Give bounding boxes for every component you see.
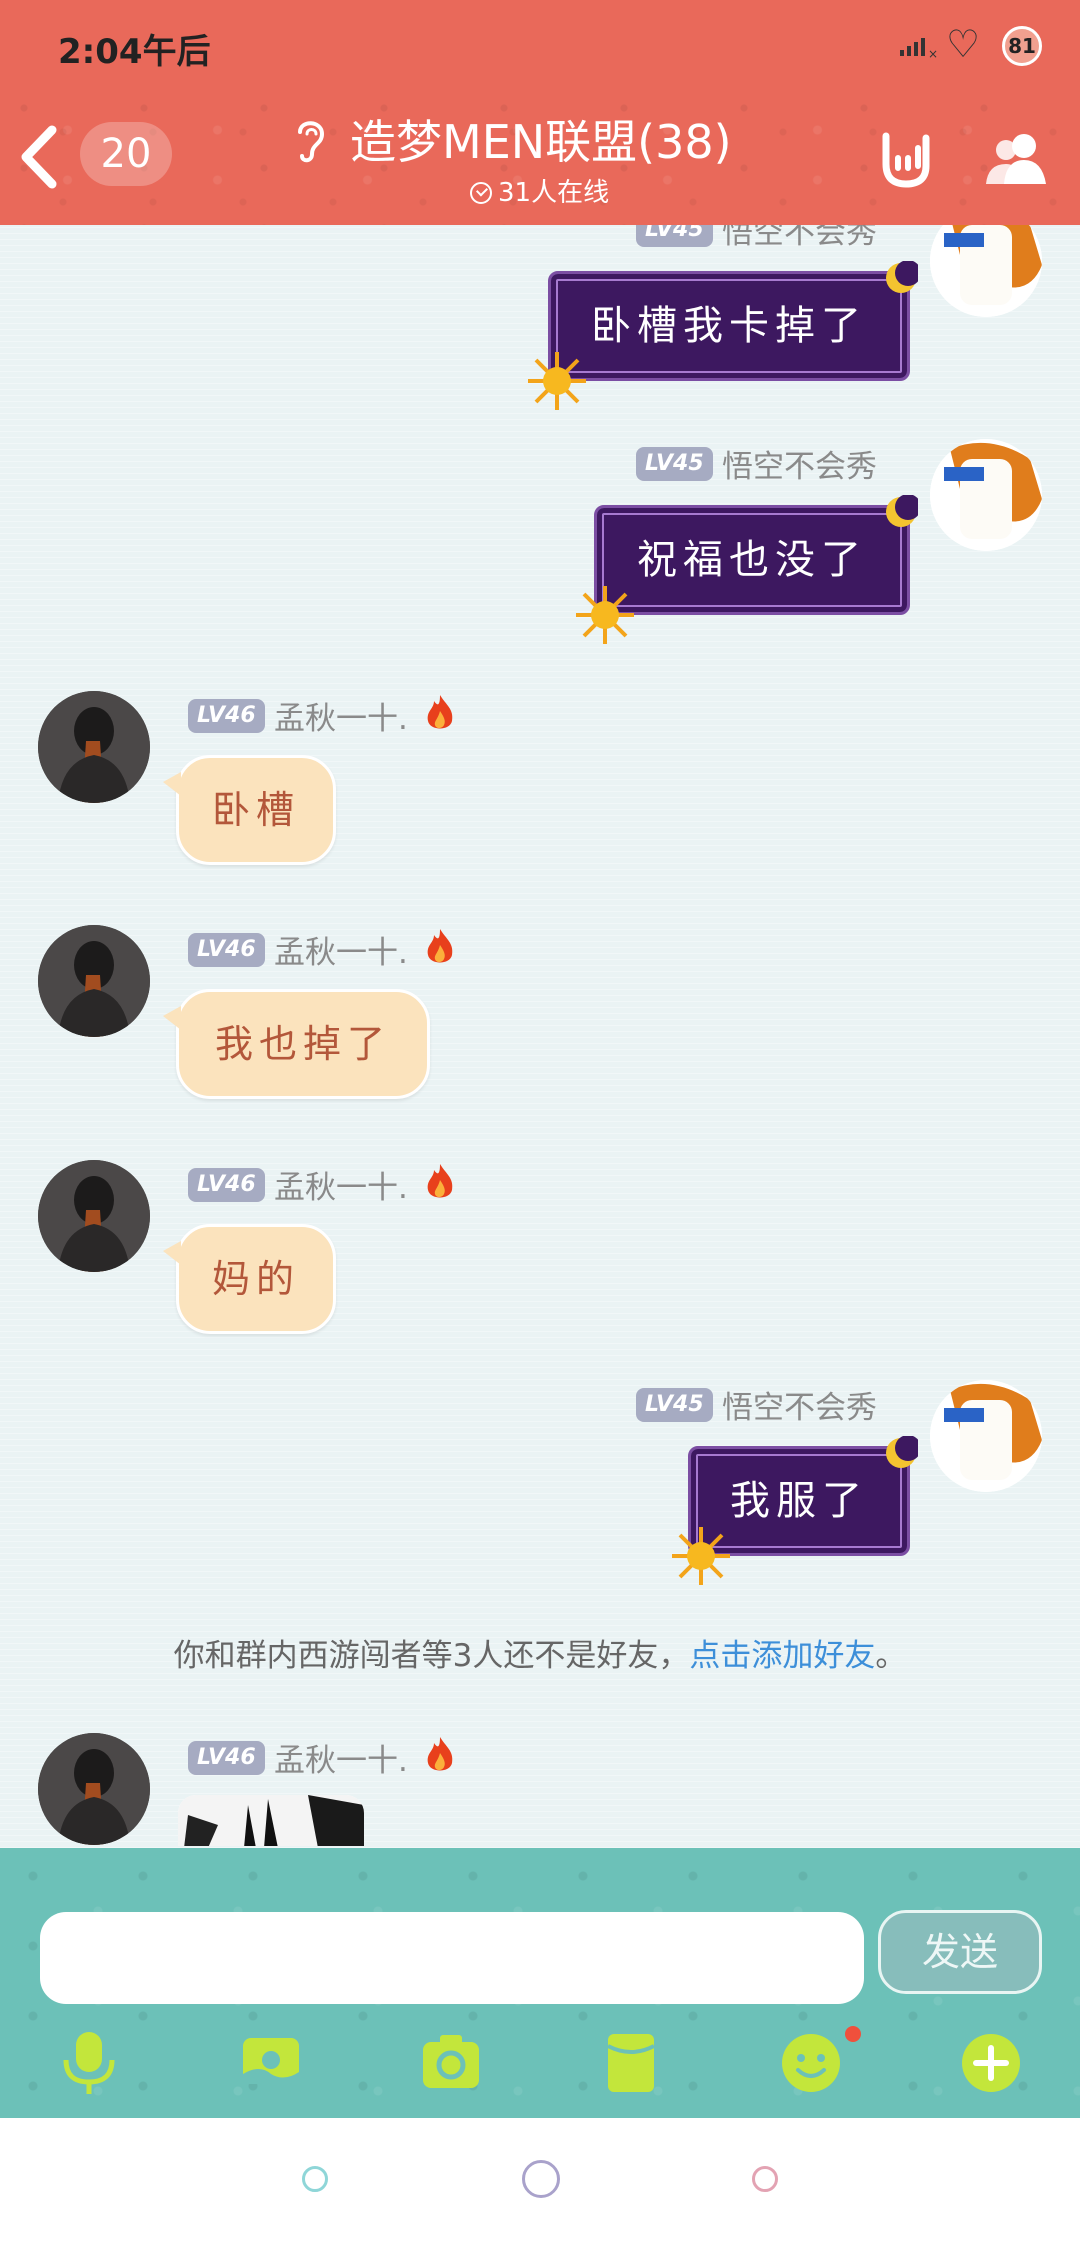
notice-end: 。: [875, 1638, 907, 1674]
level-badge: LV46: [188, 1741, 265, 1775]
moon-decoration-icon: [886, 495, 918, 527]
friend-suggestion-notice: 你和群内西游闯者等3人还不是好友，点击添加好友。: [0, 1630, 1080, 1675]
chat-message: LV46 孟秋一十. 我也掉了: [0, 925, 1080, 1105]
sender-name: 孟秋一十.: [274, 935, 408, 971]
sender-name: 悟空不会秀: [722, 449, 877, 485]
sender-avatar[interactable]: [930, 1380, 1042, 1492]
level-badge: LV45: [636, 225, 713, 247]
chat-message: LV46 孟秋一十. 妈的: [0, 1160, 1080, 1340]
level-badge: LV45: [636, 447, 713, 481]
chat-message-list[interactable]: LV45 悟空不会秀 卧槽我卡掉了 LV45 悟空不会秀 祝福也没了 LV46 …: [0, 225, 1080, 1848]
online-count-text: 31人在线: [498, 178, 610, 208]
picture-icon[interactable]: [240, 2030, 302, 2096]
level-badge: LV46: [188, 1168, 265, 1202]
camera-icon[interactable]: [420, 2030, 482, 2096]
fire-icon: [427, 929, 453, 963]
plus-icon[interactable]: [960, 2030, 1022, 2096]
system-navigation-bar: [0, 2118, 1080, 2248]
sender-name: 孟秋一十.: [274, 701, 408, 737]
sender-name: 孟秋一十.: [274, 1170, 408, 1206]
message-bubble[interactable]: 妈的: [163, 1224, 336, 1334]
image-message-preview[interactable]: [178, 1795, 364, 1846]
online-status: 31人在线: [470, 172, 609, 209]
notice-text: 你和群内西游闯者等3人还不是好友，: [173, 1638, 690, 1674]
message-input[interactable]: [40, 1912, 864, 2004]
red-packet-icon[interactable]: [600, 2030, 662, 2096]
message-bubble[interactable]: 我也掉了: [163, 989, 430, 1099]
sun-decoration-icon: [528, 352, 586, 410]
sender-name: 孟秋一十.: [274, 1743, 408, 1779]
new-emoji-dot: [845, 2026, 861, 2042]
sun-decoration-icon: [672, 1527, 730, 1585]
sender-avatar[interactable]: [38, 1733, 150, 1845]
ear-icon: [298, 121, 325, 163]
signal-icon: ×: [900, 38, 938, 60]
nav-back-button[interactable]: [302, 2166, 328, 2192]
moon-decoration-icon: [886, 261, 918, 293]
microphone-icon[interactable]: [58, 2030, 120, 2096]
message-bubble[interactable]: 祝福也没了: [594, 505, 910, 615]
chat-message: LV45 悟空不会秀 我服了: [0, 1380, 1080, 1585]
nav-recents-button[interactable]: [752, 2166, 778, 2192]
sender-avatar[interactable]: [930, 225, 1042, 317]
emoji-icon[interactable]: [780, 2030, 842, 2096]
chat-message: LV45 悟空不会秀 卧槽我卡掉了: [0, 225, 1080, 410]
sender-avatar[interactable]: [38, 691, 150, 803]
group-members-icon[interactable]: [984, 130, 1050, 186]
unread-count-badge[interactable]: 20: [80, 122, 172, 186]
sender-name: 悟空不会秀: [722, 1390, 877, 1426]
level-badge: LV45: [636, 1388, 713, 1422]
nav-home-button[interactable]: [522, 2160, 560, 2198]
chat-message: LV46 孟秋一十.: [0, 1733, 1080, 1848]
battery-indicator: 81: [1002, 26, 1042, 66]
chat-message: LV45 悟空不会秀 祝福也没了: [0, 439, 1080, 644]
status-time: 2:04午后: [58, 32, 211, 72]
group-title[interactable]: 造梦MEN联盟(38): [350, 106, 732, 172]
chat-header: 20 造梦MEN联盟(38) 31人在线: [0, 90, 1080, 225]
rock-hand-icon[interactable]: [876, 128, 936, 190]
back-arrow-icon[interactable]: [14, 122, 64, 192]
send-button[interactable]: 发送: [878, 1910, 1042, 1994]
sender-avatar[interactable]: [38, 925, 150, 1037]
level-badge: LV46: [188, 933, 265, 967]
sender-avatar[interactable]: [930, 439, 1042, 551]
sun-decoration-icon: [576, 586, 634, 644]
moon-decoration-icon: [886, 1436, 918, 1468]
svg-text:×: ×: [928, 47, 938, 60]
heart-status-icon: ♡: [946, 22, 981, 66]
fire-icon: [427, 695, 453, 729]
add-friend-link[interactable]: 点击添加好友: [689, 1638, 875, 1674]
message-bubble[interactable]: 卧槽: [163, 755, 336, 865]
message-input-bar: 发送: [0, 1848, 1080, 2118]
fire-icon: [427, 1164, 453, 1198]
level-badge: LV46: [188, 699, 265, 733]
sender-avatar[interactable]: [38, 1160, 150, 1272]
online-check-icon: [470, 182, 492, 204]
sender-name: 悟空不会秀: [722, 225, 877, 251]
status-bar: 2:04午后 × ♡ 81: [0, 0, 1080, 90]
message-bubble[interactable]: 卧槽我卡掉了: [548, 271, 910, 381]
fire-icon: [427, 1737, 453, 1771]
chat-message: LV46 孟秋一十. 卧槽: [0, 691, 1080, 871]
